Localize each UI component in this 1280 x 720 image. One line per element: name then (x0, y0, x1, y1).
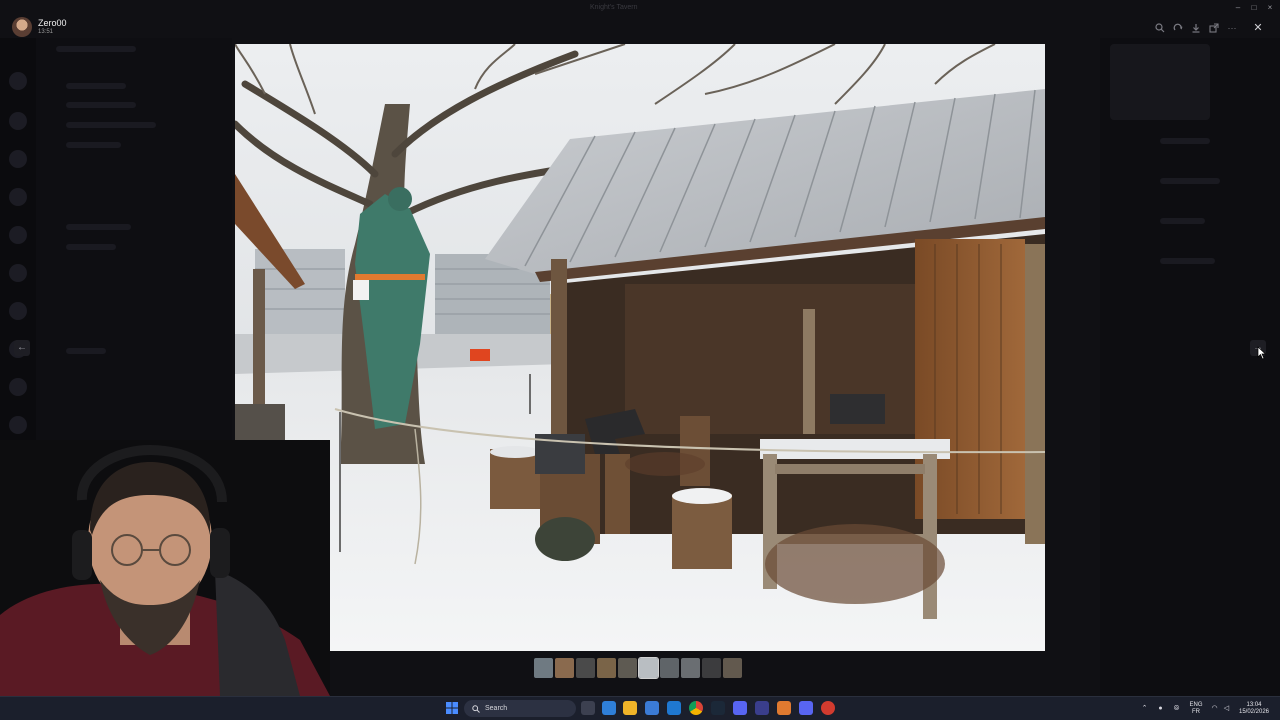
start-icon[interactable] (445, 701, 459, 715)
avatar[interactable] (12, 17, 32, 37)
channel-placeholder (66, 348, 106, 354)
viewer-header: Zero00 13:51 Knight's Tavern – □ × ⋯ ✕ (0, 0, 1280, 40)
file-explorer-icon[interactable] (623, 701, 637, 715)
chrome-icon[interactable] (689, 701, 703, 715)
language-top: ENG (1189, 702, 1203, 708)
mouse-cursor-icon (1257, 346, 1267, 360)
more-icon[interactable]: ⋯ (1225, 21, 1239, 35)
app-icon[interactable] (755, 701, 769, 715)
language-bottom: FR (1192, 709, 1200, 715)
forge-photo (235, 44, 1045, 651)
member-placeholder (1160, 218, 1205, 224)
member-placeholder (1160, 138, 1210, 144)
discord-icon[interactable] (799, 701, 813, 715)
taskbar-search[interactable]: Search (464, 700, 576, 717)
member-placeholder (1160, 258, 1215, 264)
thumbnail-strip (534, 657, 742, 679)
notice-banner (540, 20, 740, 32)
thumbnail[interactable] (597, 658, 616, 678)
taskbar: Search ⌃ ● ⦾ ENG FR ◠ ◁ 13:04 15/02/2026 (0, 696, 1280, 720)
server-icon (9, 378, 27, 396)
close-icon[interactable]: ✕ (1250, 20, 1266, 36)
message-timestamp: 13:51 (38, 29, 54, 35)
channel-placeholder (66, 224, 131, 230)
channel-placeholder (66, 122, 156, 128)
thumbnail[interactable] (618, 658, 637, 678)
rotate-icon[interactable] (1171, 21, 1185, 35)
thumbnail[interactable] (576, 658, 595, 678)
window-close-icon[interactable]: × (1264, 3, 1276, 13)
thumbnail[interactable] (723, 658, 742, 678)
teams-icon[interactable] (733, 701, 747, 715)
channel-placeholder (66, 244, 116, 250)
channel-placeholder (56, 46, 136, 52)
thumbnail[interactable] (702, 658, 721, 678)
thumbnail[interactable] (555, 658, 574, 678)
wifi-icon[interactable]: ◠ (1210, 704, 1219, 713)
open-external-icon[interactable] (1207, 21, 1221, 35)
search-label: Search (485, 705, 508, 712)
minimize-icon[interactable]: – (1232, 3, 1244, 13)
server-icon (9, 188, 27, 206)
thumbnail-active[interactable] (638, 657, 659, 679)
member-list (1100, 38, 1280, 696)
viewer-image (235, 44, 1045, 651)
screen: Zero00 13:51 Knight's Tavern – □ × ⋯ ✕ ←… (0, 0, 1280, 720)
server-icon (9, 112, 27, 130)
channel-placeholder (66, 83, 126, 89)
server-icon (9, 72, 27, 90)
server-icon (9, 416, 27, 434)
thumbnail[interactable] (681, 658, 700, 678)
copilot-icon[interactable] (602, 701, 616, 715)
channel-placeholder (66, 142, 121, 148)
window-title: Knight's Tavern (590, 4, 638, 11)
channel-placeholder (66, 102, 136, 108)
background-thumbnail (1110, 44, 1210, 120)
member-placeholder (1160, 178, 1220, 184)
store-icon[interactable] (645, 701, 659, 715)
server-icon (9, 150, 27, 168)
thumbnail[interactable] (534, 658, 553, 678)
obs-icon[interactable] (821, 701, 835, 715)
task-view-icon[interactable] (581, 701, 595, 715)
download-icon[interactable] (1189, 21, 1203, 35)
arrow-left-icon[interactable]: ← (14, 340, 30, 356)
maximize-icon[interactable]: □ (1248, 3, 1260, 13)
user-name[interactable]: Zero00 (38, 18, 67, 28)
thumbnail[interactable] (660, 658, 679, 678)
tray-chevron-icon[interactable]: ⌃ (1140, 704, 1149, 713)
app-icon[interactable] (777, 701, 791, 715)
search-icon (472, 704, 480, 713)
volume-icon[interactable]: ◁ (1222, 704, 1231, 713)
steam-icon[interactable] (711, 701, 725, 715)
language-indicator[interactable]: ENG FR (1186, 702, 1206, 716)
server-icon (9, 302, 27, 320)
webcam-feed (0, 440, 330, 696)
tray-app-icon[interactable]: ● (1156, 704, 1165, 713)
clock-date: 15/02/2026 (1238, 709, 1270, 715)
clock-time: 13:04 (1246, 702, 1262, 708)
zoom-icon[interactable] (1153, 21, 1167, 35)
server-icon (9, 264, 27, 282)
server-icon (9, 226, 27, 244)
mail-icon[interactable] (667, 701, 681, 715)
clock[interactable]: 13:04 15/02/2026 (1236, 702, 1272, 716)
webcam-overlay (0, 440, 330, 696)
microphone-icon[interactable]: ⦾ (1172, 704, 1181, 713)
